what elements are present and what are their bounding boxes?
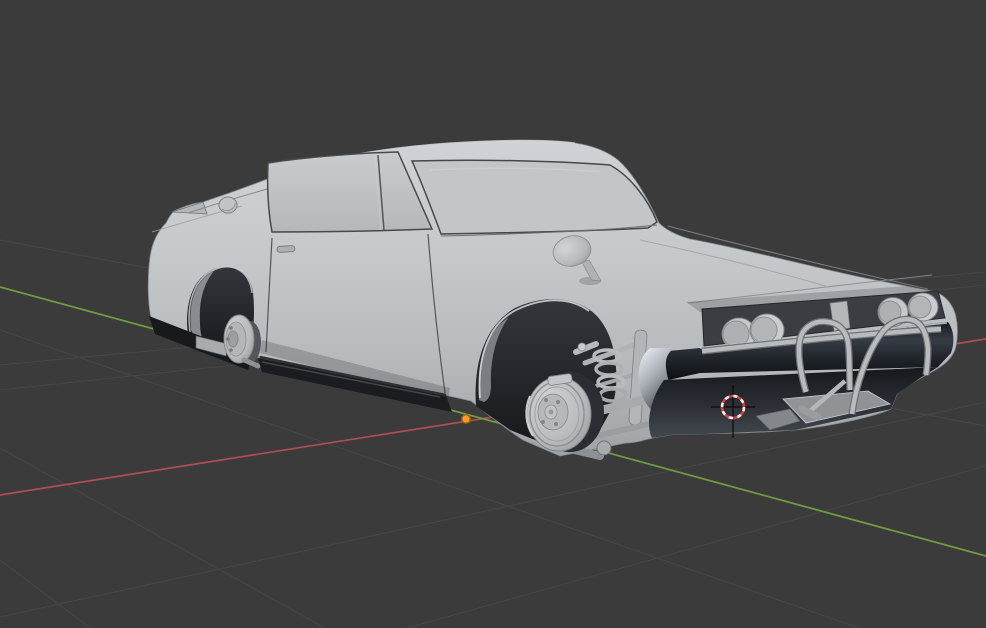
- headlight-lens: [750, 316, 778, 344]
- headlight-lens: [908, 295, 932, 319]
- object-origin-dot: [461, 414, 471, 424]
- windshield: [410, 159, 658, 235]
- viewport-canvas[interactable]: [0, 0, 986, 628]
- door-handle: [276, 245, 296, 253]
- viewport-3d[interactable]: [0, 0, 986, 628]
